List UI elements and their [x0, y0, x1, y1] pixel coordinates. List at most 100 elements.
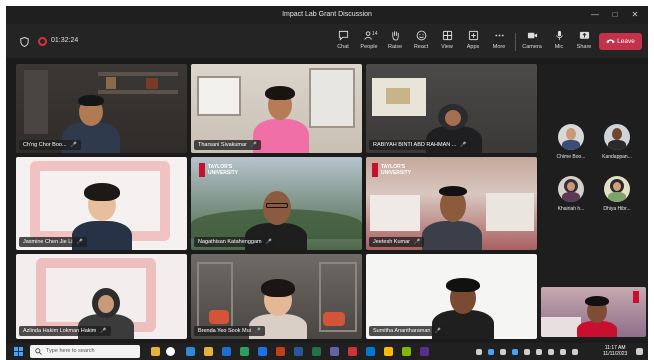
react-button[interactable]: React: [408, 28, 434, 56]
hair: [78, 95, 104, 106]
more-button[interactable]: More: [486, 28, 512, 56]
tray-icon[interactable]: [512, 349, 518, 355]
video-tile[interactable]: Brenda Yeo Sook Mui 🎤: [191, 254, 362, 339]
recording-icon: [38, 37, 47, 46]
taskbar-app-icon[interactable]: [366, 347, 375, 356]
taskbar-app-icon[interactable]: [402, 347, 411, 356]
video-tile[interactable]: Jasmine Chen Jie Li 🎤: [16, 157, 187, 250]
side-participant-panel: Chime Boo... Kandappan... Khairiah h...: [539, 64, 648, 339]
side-participant[interactable]: Khairiah h...: [549, 176, 593, 212]
taskbar-app-icon[interactable]: [294, 347, 303, 356]
participant-name: Sumitha Anantharaman 🎤: [369, 326, 445, 336]
video-tile[interactable]: Azlinda Hakim Lokman Hakim 🎤: [16, 254, 187, 339]
notification-icon[interactable]: [636, 348, 643, 355]
taskbar-clock[interactable]: 11:17 AM 11/11/2023: [603, 345, 627, 357]
participant-name: Ch'ng Chor Boo... 🎤: [19, 140, 81, 150]
share-icon: [579, 31, 589, 39]
window: [309, 68, 355, 128]
hair: [84, 183, 120, 201]
side-participant[interactable]: Dhiya Hibr...: [595, 176, 639, 212]
hair: [265, 86, 295, 100]
chair: [209, 310, 229, 324]
tray-icon[interactable]: [500, 349, 506, 355]
taskbar-app-icon[interactable]: [276, 347, 285, 356]
raise-hand-icon: [391, 31, 399, 41]
person: [577, 321, 617, 337]
taskbar-app-icon[interactable]: [186, 347, 195, 356]
side-participant[interactable]: Chime Boo...: [549, 124, 593, 160]
maximize-icon[interactable]: □: [608, 9, 622, 21]
leave-button[interactable]: Leave: [599, 33, 642, 50]
mic-icon: [555, 30, 563, 41]
video-tile[interactable]: TAYLOR'S UNIVERSITY Jeetesh Kumar 🎤: [366, 157, 537, 250]
glasses: [266, 203, 288, 208]
taskbar-app-icon[interactable]: [384, 347, 393, 356]
chair: [323, 312, 345, 326]
participant-name: Brenda Yeo Sook Mui 🎤: [194, 326, 266, 336]
shelf-item: [106, 77, 116, 89]
camera-icon: [527, 32, 537, 39]
close-icon[interactable]: ✕: [628, 9, 642, 21]
video-tile[interactable]: TAYLOR'S UNIVERSITY Nagathisan Katahengg…: [191, 157, 362, 250]
self-view-tile[interactable]: [541, 287, 646, 337]
window: [197, 76, 241, 116]
picture: [386, 88, 410, 104]
taskbar-app-icon[interactable]: [166, 347, 175, 356]
view-button[interactable]: View: [434, 28, 460, 56]
video-tile[interactable]: Tharsani Sivakumar 🎤: [191, 64, 362, 153]
taskbar-app-icon[interactable]: [420, 347, 429, 356]
person: [253, 119, 309, 153]
building: [541, 317, 581, 337]
people-button[interactable]: 14 People: [356, 28, 382, 56]
chat-button[interactable]: Chat: [330, 28, 356, 56]
phone-icon: [606, 39, 615, 44]
tray-icon[interactable]: [560, 349, 566, 355]
participant-name: RABIYAH BINTI ABD RAHMAN ... 🎤: [369, 140, 471, 150]
participant-name: Jasmine Chen Jie Li 🎤: [19, 237, 87, 247]
face: [263, 191, 291, 225]
video-tile[interactable]: RABIYAH BINTI ABD RAHMAN ... 🎤: [366, 64, 537, 153]
chat-icon: [338, 30, 348, 41]
tray-icon[interactable]: [476, 349, 482, 355]
raise-button[interactable]: Raise: [382, 28, 408, 56]
tray-icon[interactable]: [488, 349, 494, 355]
apps-button[interactable]: Apps: [460, 28, 486, 56]
participant-name: Azlinda Hakim Lokman Hakim 🎤: [19, 326, 111, 336]
tray-icon[interactable]: [524, 349, 530, 355]
share-button[interactable]: Share: [571, 28, 597, 56]
taskbar-app-icon[interactable]: [222, 347, 231, 356]
side-participant[interactable]: Kandappan...: [595, 124, 639, 160]
taskbar-app-icon[interactable]: [258, 347, 267, 356]
window-title: Impact Lab Grant Discussion: [282, 11, 372, 18]
search-icon: [35, 348, 42, 355]
view-icon: [442, 30, 452, 41]
windows-icon[interactable]: [14, 347, 23, 356]
tray-icon[interactable]: [536, 349, 542, 355]
mic-button[interactable]: Mic: [546, 28, 572, 56]
avatar: [604, 176, 630, 202]
building: [370, 195, 420, 231]
face: [445, 110, 461, 126]
windows-taskbar: Type here to search 11:17 AM 11/11/2023: [6, 343, 648, 360]
tray-icon[interactable]: [548, 349, 554, 355]
taskbar-app-icon[interactable]: [151, 347, 160, 356]
video-tile[interactable]: Ch'ng Chor Boo... 🎤: [16, 64, 187, 153]
face: [98, 295, 114, 313]
hair: [585, 296, 609, 306]
taskbar-app-icon[interactable]: [312, 347, 321, 356]
taskbar-app-icon[interactable]: [348, 347, 357, 356]
shield-icon[interactable]: [20, 37, 29, 47]
taskbar-app-icon[interactable]: [330, 347, 339, 356]
tray-icon[interactable]: [572, 349, 578, 355]
taskbar-app-icon[interactable]: [240, 347, 249, 356]
camera-button[interactable]: Camera: [519, 28, 545, 56]
minimize-icon[interactable]: —: [588, 9, 602, 21]
logo-mark: [199, 163, 205, 177]
people-count: 14: [372, 31, 378, 37]
video-tile[interactable]: Sumitha Anantharaman 🎤: [366, 254, 537, 339]
taskbar-search-input[interactable]: Type here to search: [30, 345, 140, 358]
person: [422, 221, 482, 250]
meeting-timer: 01:32:24: [51, 37, 79, 44]
taskbar-app-icon[interactable]: [204, 347, 213, 356]
toolbar-divider: [515, 33, 516, 51]
